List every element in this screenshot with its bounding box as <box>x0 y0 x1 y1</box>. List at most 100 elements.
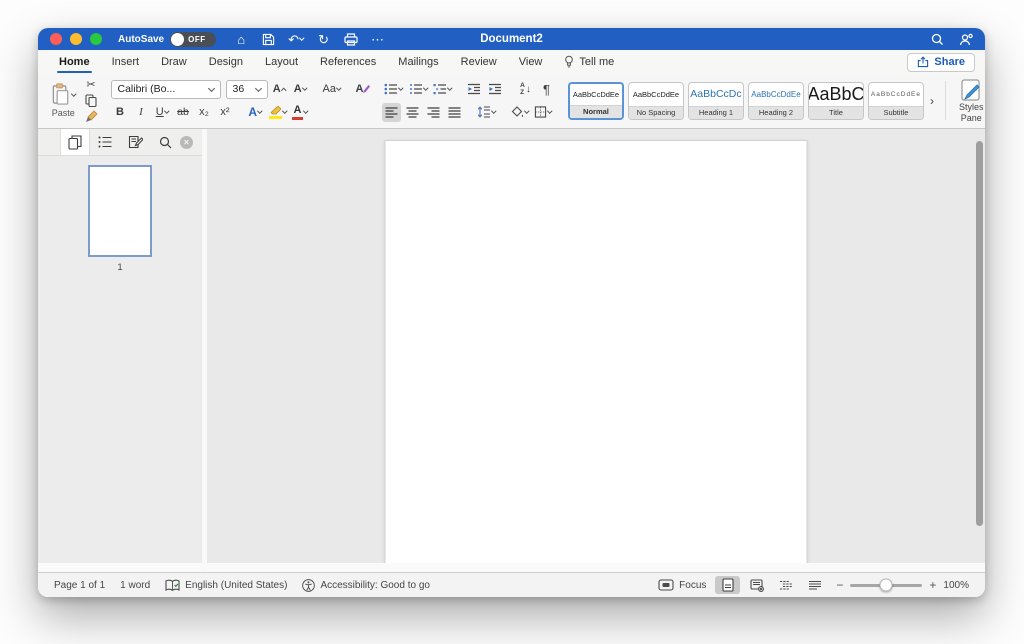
paste-button[interactable]: Paste <box>48 83 79 118</box>
search-icon[interactable] <box>930 31 944 47</box>
tab-layout[interactable]: Layout <box>254 51 309 74</box>
tab-review[interactable]: Review <box>450 51 508 74</box>
undo-dropdown-chevron[interactable] <box>299 36 304 41</box>
align-center-button[interactable] <box>403 103 422 122</box>
sidebar-tab-find[interactable] <box>150 129 180 155</box>
style-title[interactable]: AaBbC Title <box>808 82 864 120</box>
shrink-font-button[interactable]: A <box>291 80 310 99</box>
close-window-button[interactable] <box>50 33 62 45</box>
change-case-button[interactable]: Aa <box>321 80 343 99</box>
word-count[interactable]: 1 word <box>120 580 150 591</box>
sidebar-tab-thumbnails[interactable] <box>60 129 90 155</box>
vertical-scrollbar[interactable] <box>976 141 983 526</box>
multilevel-list-chevron[interactable] <box>448 86 453 91</box>
superscript-button[interactable]: x² <box>216 103 235 122</box>
tab-draw[interactable]: Draw <box>150 51 198 74</box>
zoom-level[interactable]: 100% <box>943 580 969 591</box>
style-no-spacing[interactable]: AaBbCcDdEe No Spacing <box>628 82 684 120</box>
accessibility-status[interactable]: Accessibility: Good to go <box>302 579 430 592</box>
shading-chevron[interactable] <box>524 109 529 114</box>
bullet-list-button[interactable] <box>382 80 405 99</box>
autosave-toggle[interactable]: OFF <box>170 32 216 47</box>
numbered-list-chevron[interactable] <box>423 86 428 91</box>
font-name-chevron[interactable] <box>207 84 214 91</box>
zoom-out-button[interactable]: − <box>836 578 843 592</box>
font-color-button[interactable]: A <box>290 103 310 122</box>
zoom-in-button[interactable]: + <box>929 578 936 592</box>
tab-tell-me[interactable]: Tell me <box>553 50 625 74</box>
font-name-combo[interactable]: Calibri (Bo... <box>111 80 221 99</box>
share-button[interactable]: Share <box>907 53 975 72</box>
styles-gallery-more-button[interactable]: › <box>928 94 936 108</box>
tab-design[interactable]: Design <box>198 51 254 74</box>
align-left-button[interactable] <box>382 103 401 122</box>
bold-button[interactable]: B <box>111 103 130 122</box>
highlight-color-button[interactable] <box>267 103 289 122</box>
grow-font-button[interactable]: A <box>270 80 289 99</box>
font-color-chevron[interactable] <box>303 109 308 114</box>
font-size-combo[interactable]: 36 <box>226 80 268 99</box>
outline-view-button[interactable] <box>773 576 798 594</box>
page-thumbnail-1[interactable] <box>88 165 152 257</box>
sort-button[interactable]: AZ ↓ <box>516 80 535 99</box>
account-icon[interactable] <box>959 31 973 47</box>
web-layout-view-button[interactable] <box>744 576 769 594</box>
decrease-indent-button[interactable] <box>465 80 484 99</box>
style-heading-2[interactable]: AaBbCcDdEe Heading 2 <box>748 82 804 120</box>
italic-button[interactable]: I <box>132 103 151 122</box>
tab-view[interactable]: View <box>508 51 554 74</box>
increase-indent-button[interactable] <box>486 80 505 99</box>
print-icon[interactable] <box>344 31 358 47</box>
underline-button[interactable]: U <box>153 103 172 122</box>
styles-pane-button[interactable]: Styles Pane <box>955 78 985 123</box>
numbered-list-button[interactable] <box>407 80 430 99</box>
save-icon[interactable] <box>261 31 275 47</box>
paste-dropdown-chevron[interactable] <box>71 91 76 96</box>
more-commands-icon[interactable]: ⋯ <box>371 31 385 47</box>
zoom-slider[interactable] <box>850 584 922 587</box>
sidebar-tab-comments[interactable] <box>120 129 150 155</box>
style-normal[interactable]: AaBbCcDdEe Normal <box>568 82 624 120</box>
strikethrough-button[interactable]: ab <box>174 103 193 122</box>
borders-button[interactable] <box>532 103 554 122</box>
focus-button[interactable]: Focus <box>658 579 706 591</box>
font-size-chevron[interactable] <box>254 84 261 91</box>
line-spacing-button[interactable] <box>475 103 498 122</box>
justify-button[interactable] <box>445 103 464 122</box>
undo-button[interactable]: ↶ <box>288 31 303 47</box>
tab-mailings[interactable]: Mailings <box>387 51 449 74</box>
subscript-button[interactable]: x₂ <box>195 103 214 122</box>
proofing-status[interactable]: English (United States) <box>165 579 287 592</box>
sidebar-tab-headings[interactable] <box>90 129 120 155</box>
text-effects-chevron[interactable] <box>257 109 262 114</box>
highlight-chevron[interactable] <box>282 109 287 114</box>
style-heading-1[interactable]: AaBbCcDc Heading 1 <box>688 82 744 120</box>
minimize-window-button[interactable] <box>70 33 82 45</box>
copy-icon[interactable] <box>82 93 101 108</box>
draft-view-button[interactable] <box>802 576 827 594</box>
redo-icon[interactable]: ↻ <box>317 31 331 47</box>
document-page[interactable] <box>385 140 808 563</box>
align-right-button[interactable] <box>424 103 443 122</box>
text-effects-button[interactable]: A <box>246 103 265 122</box>
format-painter-icon[interactable] <box>82 109 101 124</box>
cut-icon[interactable]: ✂ <box>82 77 101 92</box>
zoom-slider-knob[interactable] <box>880 579 893 592</box>
clear-formatting-button[interactable]: A <box>353 80 372 99</box>
sidebar-close-icon[interactable]: ✕ <box>180 136 193 149</box>
style-subtitle[interactable]: AaBbCcDdEe Subtitle <box>868 82 924 120</box>
shading-button[interactable] <box>509 103 531 122</box>
show-paragraph-marks-button[interactable]: ¶ <box>537 80 556 99</box>
borders-chevron[interactable] <box>548 109 553 114</box>
multilevel-list-button[interactable] <box>431 80 454 99</box>
print-layout-view-button[interactable] <box>715 576 740 594</box>
bullet-list-chevron[interactable] <box>399 86 404 91</box>
fullscreen-window-button[interactable] <box>90 33 102 45</box>
line-spacing-chevron[interactable] <box>492 109 497 114</box>
home-icon[interactable]: ⌂ <box>234 31 248 47</box>
tab-insert[interactable]: Insert <box>101 51 151 74</box>
tab-references[interactable]: References <box>309 51 387 74</box>
tab-home[interactable]: Home <box>48 51 101 74</box>
page-count[interactable]: Page 1 of 1 <box>54 580 105 591</box>
underline-chevron[interactable] <box>164 109 169 114</box>
